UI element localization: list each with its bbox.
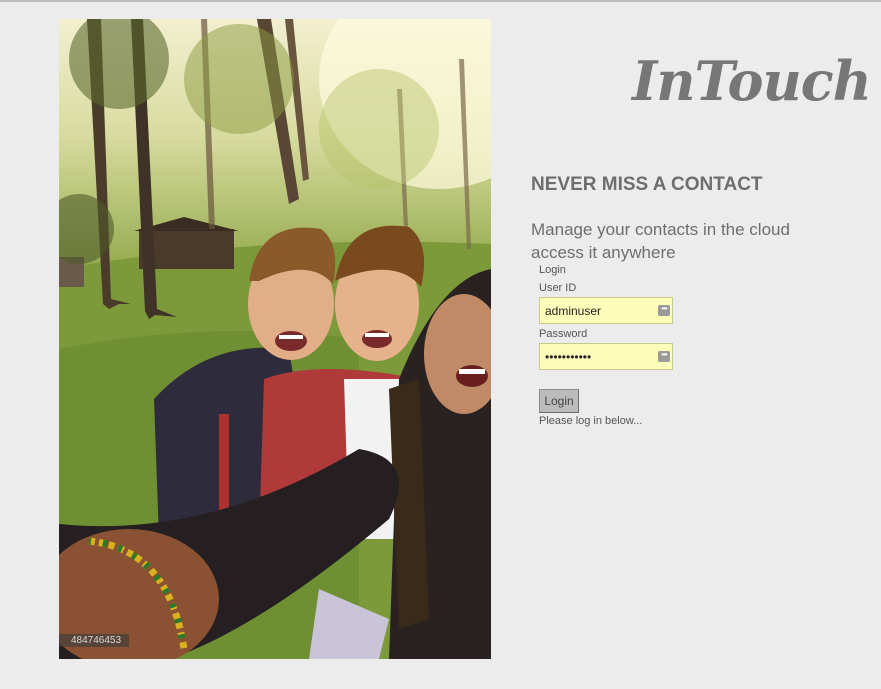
- user-id-label: User ID: [539, 282, 577, 294]
- user-id-input[interactable]: [540, 298, 655, 323]
- more-dots-icon[interactable]: •••: [658, 305, 670, 316]
- password-field[interactable]: •••: [539, 343, 673, 370]
- page-tagline: Manage your contacts in the cloud access…: [531, 220, 790, 262]
- intouch-logo: InTouch: [632, 49, 872, 113]
- password-input[interactable]: [540, 344, 655, 369]
- login-status-text: Please log in below...: [539, 415, 643, 427]
- more-dots-icon[interactable]: •••: [658, 351, 670, 362]
- image-id-label: 484746453: [59, 634, 130, 647]
- login-button[interactable]: Login: [539, 389, 579, 413]
- hero-photo: 484746453: [59, 19, 491, 659]
- login-section-label: Login: [539, 264, 566, 276]
- password-label: Password: [539, 328, 588, 340]
- hero-illustration: [59, 19, 491, 659]
- user-id-field[interactable]: •••: [539, 297, 673, 324]
- page-headline: NEVER MISS A CONTACT: [531, 174, 763, 195]
- window-top-border: [0, 0, 881, 2]
